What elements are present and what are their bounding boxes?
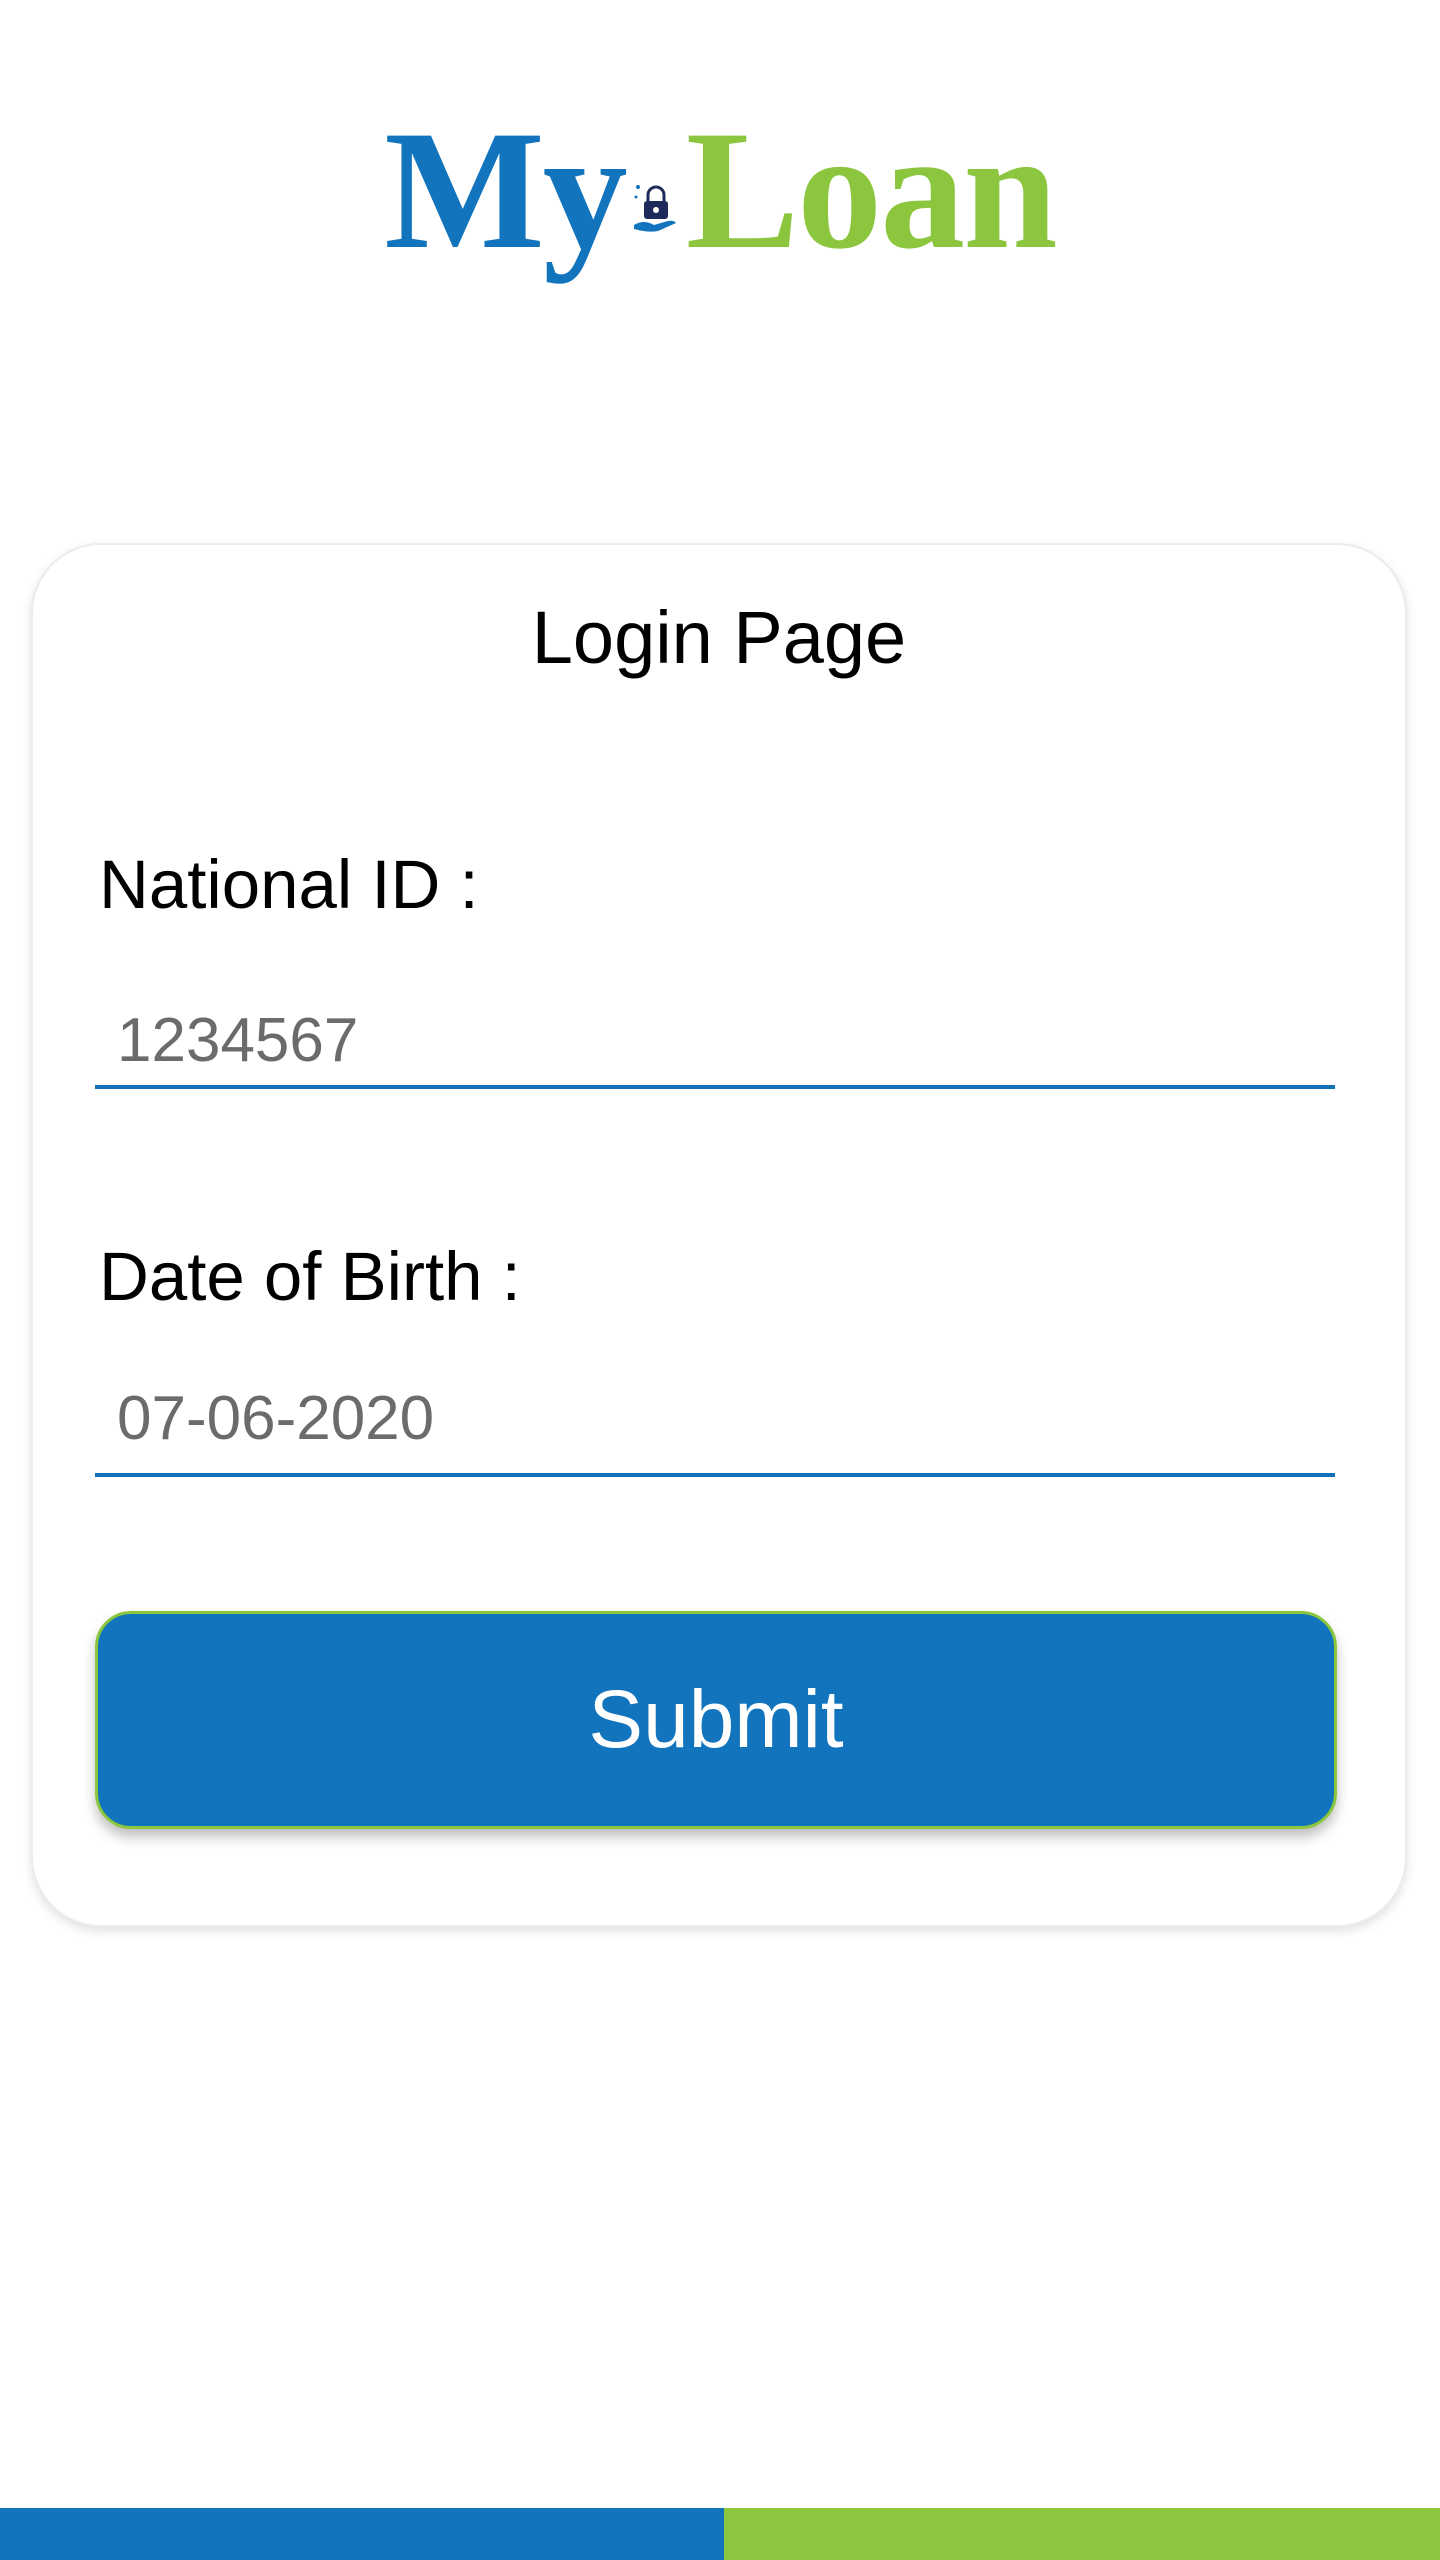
app-logo: My Loan <box>0 105 1440 275</box>
bottom-color-bar <box>0 2508 1440 2560</box>
submit-button[interactable]: Submit <box>95 1611 1337 1829</box>
page-title: Login Page <box>531 596 907 679</box>
hand-lock-icon <box>633 185 676 232</box>
national-id-label: National ID : <box>99 846 479 923</box>
logo-text-my: My <box>384 96 627 284</box>
login-screen: My Loan Login Page National ID : Date of… <box>0 0 1440 2560</box>
logo-text-loan: Loan <box>685 96 1058 284</box>
national-id-input[interactable] <box>95 995 1335 1089</box>
date-of-birth-input[interactable] <box>95 1363 1335 1477</box>
bottom-bar-blue-segment <box>0 2508 724 2560</box>
login-card: Login Page National ID : Date of Birth :… <box>31 543 1407 1927</box>
bottom-bar-green-segment <box>724 2508 1440 2560</box>
date-of-birth-label: Date of Birth : <box>99 1238 521 1315</box>
